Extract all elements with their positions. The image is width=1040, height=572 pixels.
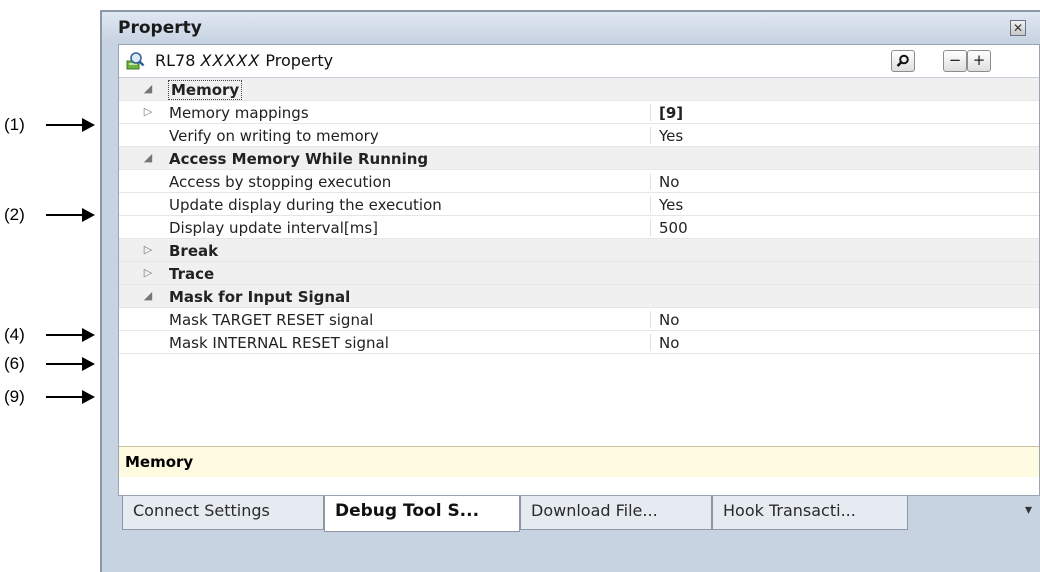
property-name: Memory	[167, 80, 243, 100]
property-icon	[126, 52, 145, 70]
arrow-icon	[82, 357, 95, 371]
property-name: Verify on writing to memory	[169, 127, 379, 145]
property-name: Mask for Input Signal	[169, 288, 351, 306]
panel-title-suffix: Property	[265, 51, 334, 70]
expand-toggle-icon[interactable]: ▷	[141, 105, 155, 118]
property-window: Property ✕ RL78 XXXXX Property − + ◢ Mem…	[100, 10, 1040, 572]
arrow-line	[46, 124, 84, 126]
property-name: Mask TARGET RESET signal	[169, 311, 374, 329]
tab-debug-tool-settings[interactable]: Debug Tool S...	[324, 496, 520, 532]
expand-toggle-icon[interactable]: ▷	[141, 266, 155, 279]
arrow-icon	[82, 390, 95, 404]
property-value[interactable]: 500	[650, 219, 688, 237]
window-titlebar: Property ✕	[102, 12, 1040, 44]
search-button[interactable]	[891, 50, 915, 72]
window-title: Property	[118, 18, 202, 38]
arrow-line	[46, 396, 84, 398]
search-icon	[896, 54, 909, 67]
category-row-memory[interactable]: ◢ Memory	[119, 78, 1039, 101]
property-value[interactable]: [9]	[650, 104, 683, 122]
collapse-all-button[interactable]: −	[943, 50, 967, 72]
callout-label: (2)	[4, 205, 25, 224]
category-row-access-memory[interactable]: ◢ Access Memory While Running	[119, 147, 1039, 170]
arrow-icon	[82, 208, 95, 222]
tab-hook-transaction-settings[interactable]: Hook Transacti...	[712, 496, 908, 530]
property-row[interactable]: Mask INTERNAL RESET signal No	[119, 331, 1039, 354]
panel-title-prefix: RL78	[155, 51, 196, 70]
panel-title-device: XXXXX	[200, 51, 261, 70]
callout-4: (4)	[0, 325, 100, 345]
property-value[interactable]: No	[650, 173, 679, 191]
property-value[interactable]: No	[650, 311, 679, 329]
tab-bar: Connect Settings Debug Tool S... Downloa…	[118, 496, 1040, 532]
callout-label: (6)	[4, 354, 25, 373]
arrow-line	[46, 214, 84, 216]
arrow-icon	[82, 328, 95, 342]
property-name: Mask INTERNAL RESET signal	[169, 334, 389, 352]
property-name: Access Memory While Running	[169, 150, 429, 168]
close-icon[interactable]: ✕	[1010, 20, 1026, 36]
property-row[interactable]: Access by stopping execution No	[119, 170, 1039, 193]
expand-all-button[interactable]: +	[967, 50, 991, 72]
callout-label: (9)	[4, 387, 25, 406]
expand-toggle-icon[interactable]: ▷	[141, 243, 155, 256]
callout-6: (6)	[0, 354, 100, 374]
property-value[interactable]: Yes	[650, 196, 683, 214]
arrow-line	[46, 363, 84, 365]
callout-label: (1)	[4, 115, 25, 134]
property-name: Trace	[169, 265, 215, 283]
callout-9: (9)	[0, 387, 100, 407]
description-area: Memory	[119, 446, 1039, 477]
property-name: Access by stopping execution	[169, 173, 392, 191]
callout-label: (4)	[4, 325, 25, 344]
property-name: Break	[169, 242, 219, 260]
collapse-toggle-icon[interactable]: ◢	[141, 289, 155, 302]
property-grid: ◢ Memory ▷ Memory mappings [9] Verify on…	[119, 78, 1039, 444]
property-value[interactable]: No	[650, 334, 679, 352]
arrow-icon	[82, 118, 95, 132]
panel-toolbar: RL78 XXXXX Property − +	[119, 45, 1039, 78]
property-row[interactable]: Mask TARGET RESET signal No	[119, 308, 1039, 331]
property-row[interactable]: ▷ Memory mappings [9]	[119, 101, 1039, 124]
collapse-toggle-icon[interactable]: ◢	[141, 151, 155, 164]
property-row[interactable]: Update display during the execution Yes	[119, 193, 1039, 216]
property-name: Memory mappings	[169, 104, 309, 122]
property-row[interactable]: Verify on writing to memory Yes	[119, 124, 1039, 147]
property-name: Display update interval[ms]	[169, 219, 378, 237]
tab-download-file-settings[interactable]: Download File...	[520, 496, 712, 530]
callout-1: (1)	[0, 115, 100, 135]
arrow-line	[46, 334, 84, 336]
tab-connect-settings[interactable]: Connect Settings	[122, 496, 324, 530]
panel-title: RL78 XXXXX Property	[155, 51, 333, 70]
category-row-break[interactable]: ▷ Break	[119, 239, 1039, 262]
category-row-trace[interactable]: ▷ Trace	[119, 262, 1039, 285]
property-value[interactable]: Yes	[650, 127, 683, 145]
property-name: Update display during the execution	[169, 196, 442, 214]
property-row[interactable]: Display update interval[ms] 500	[119, 216, 1039, 239]
collapse-toggle-icon[interactable]: ◢	[141, 82, 155, 95]
description-text: Memory	[125, 453, 194, 471]
category-row-mask-input[interactable]: ◢ Mask for Input Signal	[119, 285, 1039, 308]
tab-menu-icon[interactable]: ▾	[1025, 502, 1032, 518]
property-panel: RL78 XXXXX Property − + ◢ Memory ▷ Memor…	[118, 44, 1040, 496]
callout-2: (2)	[0, 205, 100, 225]
